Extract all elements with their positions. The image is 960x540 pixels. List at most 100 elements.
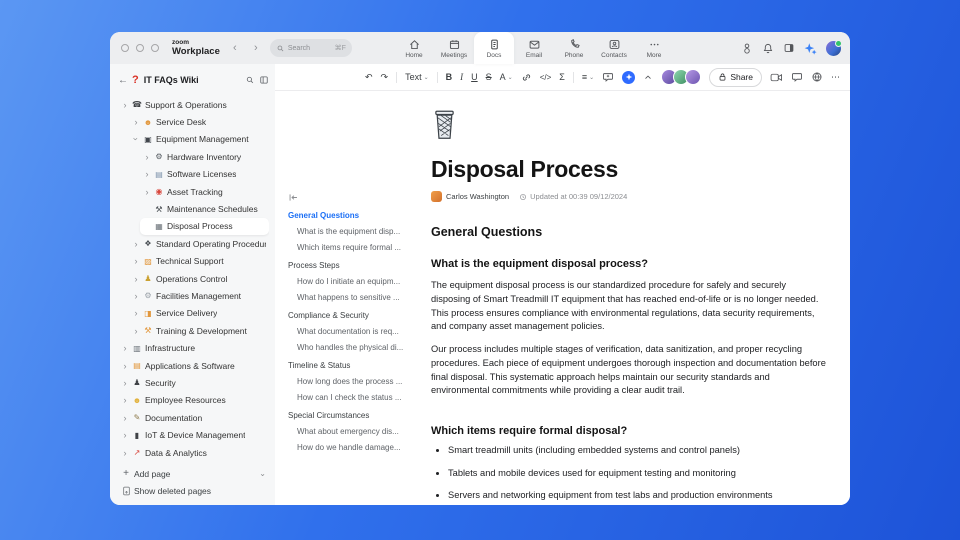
ai-companion-button[interactable]	[622, 70, 636, 84]
wastebasket-emoji-icon[interactable]	[431, 109, 458, 140]
outline-item[interactable]: How do we handle damage...	[288, 443, 427, 452]
sidebar-item-standard-operating-procedures[interactable]: › ❖ Standard Operating Procedures	[129, 235, 269, 252]
side-panel-toggle-icon[interactable]	[783, 42, 795, 54]
doc-title[interactable]: Disposal Process	[431, 156, 827, 183]
tree-chevron-icon[interactable]: ›	[121, 343, 129, 353]
tree-chevron-icon[interactable]: ›	[132, 274, 140, 284]
outline-collapse-icon[interactable]	[288, 193, 427, 202]
italic-button[interactable]: I	[460, 72, 463, 82]
tab-home[interactable]: Home	[394, 32, 434, 64]
collapse-toolbar-icon[interactable]	[643, 73, 653, 81]
sidebar-item-applications-software[interactable]: › ▤ Applications & Software	[118, 357, 269, 374]
sidebar-item-operations-control[interactable]: › ♟ Operations Control	[129, 270, 269, 287]
tree-chevron-icon[interactable]: ›	[143, 169, 151, 179]
tree-chevron-icon[interactable]: ›	[121, 430, 129, 440]
outline-item[interactable]: What happens to sensitive ...	[288, 293, 427, 302]
global-search-input[interactable]: Search ⌘F	[269, 39, 352, 57]
show-deleted-pages-button[interactable]: Show deleted pages	[118, 483, 269, 500]
redo-icon[interactable]: ↷	[381, 72, 389, 83]
outline-heading[interactable]: General Questions	[288, 211, 427, 220]
undo-icon[interactable]: ↶	[365, 72, 373, 83]
chat-bubble-icon[interactable]	[791, 71, 803, 83]
sidebar-item-security[interactable]: › ♟ Security	[118, 374, 269, 391]
tab-meetings[interactable]: Meetings	[434, 32, 474, 64]
outline-item[interactable]: How can I check the status ...	[288, 393, 427, 402]
outline-heading[interactable]: Special Circumstances	[288, 411, 427, 420]
text-color-button[interactable]: A ⌄	[500, 72, 513, 82]
sidebar-item-data-analytics[interactable]: › ↗ Data & Analytics	[118, 444, 269, 461]
strikethrough-button[interactable]: S	[486, 72, 492, 82]
sidebar-item-equipment-management[interactable]: › ▣ Equipment Management	[129, 131, 269, 148]
sidebar-item-support-operations[interactable]: › ☎ Support & Operations	[118, 96, 269, 113]
sidebar-search-icon[interactable]	[245, 75, 255, 85]
tab-email[interactable]: Email	[514, 32, 554, 64]
tab-contacts[interactable]: Contacts	[594, 32, 634, 64]
user-avatar[interactable]	[826, 39, 842, 56]
sidebar-item-disposal-process[interactable]: ›▦Disposal Process	[140, 217, 269, 236]
sidebar-item-iot-device-management[interactable]: › ▮ IoT & Device Management	[118, 426, 269, 443]
sidebar-item-documentation[interactable]: › ✎ Documentation	[118, 409, 269, 426]
tree-chevron-icon[interactable]: ›	[121, 378, 129, 388]
tree-chevron-icon[interactable]: ›	[143, 152, 151, 162]
share-button[interactable]: Share	[709, 67, 762, 87]
sidebar-item-service-desk[interactable]: › ☻ Service Desk	[129, 113, 269, 130]
sidebar-item-infrastructure[interactable]: › ▥ Infrastructure	[118, 339, 269, 356]
outline-heading[interactable]: Process Steps	[288, 261, 427, 270]
forward-button[interactable]: ›	[250, 42, 262, 54]
video-call-icon[interactable]	[770, 72, 783, 83]
sidebar-back-icon[interactable]: ←	[118, 75, 128, 86]
tree-chevron-icon[interactable]: ›	[132, 239, 140, 249]
back-button[interactable]: ‹	[229, 42, 241, 54]
align-dropdown[interactable]: ≡ ⌄	[582, 72, 594, 82]
sidebar-item-service-delivery[interactable]: › ◨ Service Delivery	[129, 305, 269, 322]
code-button[interactable]: </>	[540, 73, 552, 82]
ai-companion-sparkle-icon[interactable]	[804, 42, 817, 55]
chevron-down-icon[interactable]: ⌄	[259, 469, 266, 478]
outline-item[interactable]: What about emergency dis...	[288, 427, 427, 436]
add-page-button[interactable]: + Add page ⌄	[118, 465, 269, 482]
outline-item[interactable]: What documentation is req...	[288, 327, 427, 336]
tree-chevron-icon[interactable]: ›	[132, 326, 140, 336]
comment-icon[interactable]	[602, 71, 614, 83]
sidebar-item-asset-tracking[interactable]: › ◉ Asset Tracking	[140, 183, 269, 200]
tree-chevron-icon[interactable]: ›	[121, 395, 129, 405]
tree-chevron-icon[interactable]: ›	[131, 135, 141, 143]
tree-chevron-icon[interactable]: ›	[121, 413, 129, 423]
doc-canvas[interactable]: Disposal Process Carlos Washington Updat…	[431, 91, 850, 505]
outline-item[interactable]: How do I initiate an equipm...	[288, 277, 427, 286]
tab-phone[interactable]: Phone	[554, 32, 594, 64]
tree-chevron-icon[interactable]: ›	[121, 100, 129, 110]
more-options-icon[interactable]: ⋯	[831, 72, 840, 83]
minimize-window-button[interactable]	[136, 44, 144, 52]
outline-item[interactable]: Which items require formal ...	[288, 243, 427, 252]
outline-item[interactable]: Who handles the physical di...	[288, 343, 427, 352]
sidebar-item-software-licenses[interactable]: › ▤ Software Licenses	[140, 166, 269, 183]
tree-chevron-icon[interactable]: ›	[132, 291, 140, 301]
sidebar-item-technical-support[interactable]: › ▨ Technical Support	[129, 253, 269, 270]
link-icon[interactable]	[521, 72, 532, 83]
sidebar-collapse-icon[interactable]	[259, 75, 269, 85]
tree-chevron-icon[interactable]: ›	[121, 361, 129, 371]
account-icon[interactable]	[741, 42, 753, 55]
tree-chevron-icon[interactable]: ›	[132, 117, 140, 127]
sidebar-item-maintenance-schedules[interactable]: ›⚒Maintenance Schedules	[140, 200, 269, 217]
outline-item[interactable]: How long does the process ...	[288, 377, 427, 386]
collaborator-avatars[interactable]	[661, 69, 702, 85]
underline-button[interactable]: U	[471, 72, 478, 82]
sidebar-item-training-development[interactable]: › ⚒ Training & Development	[129, 322, 269, 339]
tree-chevron-icon[interactable]: ›	[121, 448, 129, 458]
outline-item[interactable]: What is the equipment disp...	[288, 227, 427, 236]
sidebar-item-employee-resources[interactable]: › ☻ Employee Resources	[118, 392, 269, 409]
notifications-bell-icon[interactable]	[762, 42, 774, 55]
globe-icon[interactable]	[811, 71, 823, 83]
sidebar-item-hardware-inventory[interactable]: › ⚙ Hardware Inventory	[140, 148, 269, 165]
tab-docs[interactable]: Docs	[474, 32, 514, 64]
close-window-button[interactable]	[121, 44, 129, 52]
tree-chevron-icon[interactable]: ›	[132, 256, 140, 266]
zoom-window-button[interactable]	[151, 44, 159, 52]
tree-chevron-icon[interactable]: ›	[143, 187, 151, 197]
tab-more[interactable]: More	[634, 32, 674, 64]
sidebar-item-facilities-management[interactable]: › ⚙ Facilities Management	[129, 287, 269, 304]
outline-heading[interactable]: Timeline & Status	[288, 361, 427, 370]
text-style-dropdown[interactable]: Text ⌄	[405, 72, 429, 82]
